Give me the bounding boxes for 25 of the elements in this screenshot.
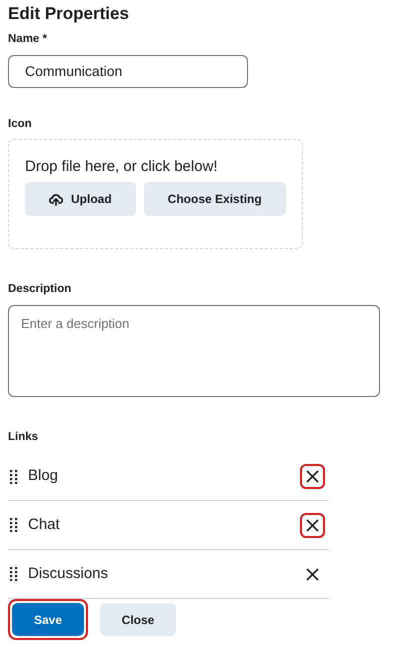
upload-button[interactable]: Upload xyxy=(25,182,136,216)
field-label: Description xyxy=(8,282,72,298)
link-name: Discussions xyxy=(28,564,110,584)
field-label: Name * xyxy=(8,32,48,48)
link-name: Chat xyxy=(28,515,61,536)
choose-button[interactable]: Choose Existing xyxy=(144,182,286,216)
remove-button[interactable] xyxy=(300,512,325,538)
drag-handle-icon[interactable] xyxy=(10,518,18,532)
page-title: Edit Properties xyxy=(8,4,130,24)
drag-handle-icon[interactable] xyxy=(10,567,18,582)
drop-zone[interactable]: Drop file here, or click below! Upload Choose Existing xyxy=(8,138,303,250)
drop-hint: Drop file here, or click below! xyxy=(25,156,219,177)
name-field[interactable]: Communication xyxy=(8,54,248,88)
link-name: Blog xyxy=(28,466,60,486)
close-icon xyxy=(306,518,319,532)
close-button[interactable]: Close xyxy=(100,603,176,636)
save-button[interactable]: Save xyxy=(12,603,84,636)
description-field[interactable]: Enter a description xyxy=(8,304,380,398)
cloud-upload-icon xyxy=(49,192,63,206)
field-label: Icon xyxy=(8,116,33,132)
drag-handle-icon[interactable] xyxy=(10,470,18,484)
close-icon xyxy=(306,568,319,581)
field-label: Links xyxy=(8,430,40,446)
close-icon xyxy=(306,470,319,484)
remove-button[interactable] xyxy=(300,464,325,490)
